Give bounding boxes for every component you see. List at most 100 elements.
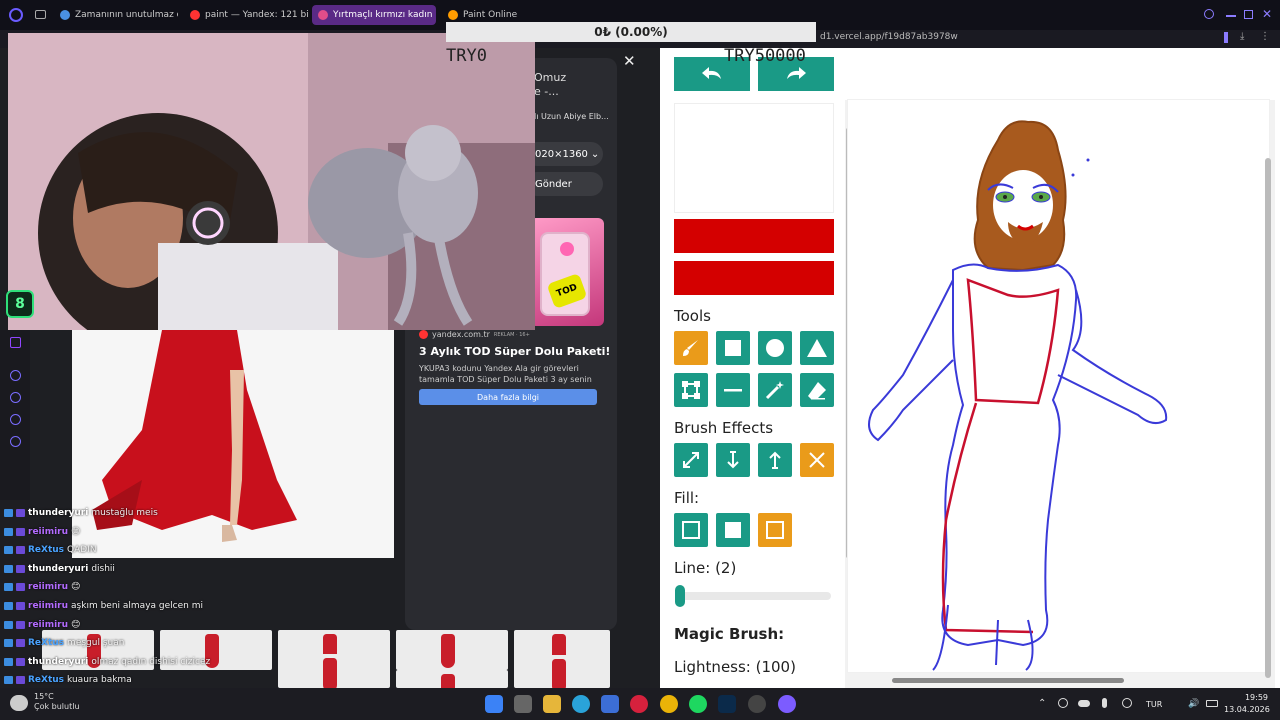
ad-title[interactable]: 3 Aylık TOD Süper Dolu Paketi!: [419, 345, 610, 358]
chat-message: reiimiru aşkım beni almaya gelcen mi: [4, 601, 203, 611]
chat-message: thunderyuri olmaz qadın dishisi cizicez: [4, 657, 210, 667]
settings-icon[interactable]: [1122, 698, 1132, 708]
tab-2[interactable]: Yırtmaçlı kırmızı kadın kıya: [312, 5, 436, 25]
close-icon[interactable]: ✕: [623, 52, 636, 70]
line-width-slider-thumb[interactable]: [675, 585, 685, 607]
player-icon[interactable]: [10, 370, 21, 381]
twitch-icon[interactable]: [10, 337, 21, 348]
weather-icon[interactable]: [10, 695, 28, 711]
circle-tool-button[interactable]: [758, 331, 792, 365]
file-explorer-icon[interactable]: [543, 695, 561, 713]
ad-description: YKUPA3 kodunu Yandex Ala gir görevleri t…: [419, 364, 592, 384]
chat-username[interactable]: ReXtus: [28, 638, 64, 648]
goal-start: TRY0: [446, 46, 487, 66]
drip-up-button[interactable]: [758, 443, 792, 477]
chat-badge-icon: [4, 583, 13, 592]
secondary-color-swatch[interactable]: [674, 261, 834, 295]
ad-image[interactable]: TOD: [530, 218, 604, 326]
rectangle-tool-button[interactable]: [716, 331, 750, 365]
chat-username[interactable]: thunderyuri: [28, 508, 88, 518]
maximize-icon[interactable]: [1244, 10, 1253, 19]
opera-gx-icon[interactable]: [630, 695, 648, 713]
edge-icon[interactable]: [572, 695, 590, 713]
chat-username[interactable]: ReXtus: [28, 545, 64, 555]
chat-text: dishii: [91, 563, 115, 574]
undo-icon: [702, 67, 721, 79]
chevron-up-icon[interactable]: ⌃: [1038, 698, 1046, 709]
chat-username[interactable]: reiimiru: [28, 527, 68, 537]
line-width-slider[interactable]: [676, 592, 831, 600]
mail-icon[interactable]: [601, 695, 619, 713]
extensions-icon[interactable]: [1224, 32, 1228, 43]
triangle-tool-button[interactable]: [800, 331, 834, 365]
drip-down-button[interactable]: [716, 443, 750, 477]
magic-tool-button[interactable]: [758, 373, 792, 407]
brush-tool-button[interactable]: [674, 331, 708, 365]
fill-outline-button[interactable]: [674, 513, 708, 547]
primary-color-swatch[interactable]: [674, 219, 834, 253]
send-button[interactable]: Gönder: [525, 172, 603, 196]
opera-sidebar: [0, 330, 30, 500]
url-text[interactable]: d1.vercel.app/f19d87ab3978w: [820, 32, 958, 42]
thumbnail[interactable]: [514, 655, 610, 688]
onedrive-icon[interactable]: [1078, 700, 1090, 707]
select-tool-button[interactable]: [674, 373, 708, 407]
clock-date[interactable]: 13.04.2026: [1224, 705, 1270, 714]
stick-figure-drawing: [868, 120, 1168, 671]
settings-icon[interactable]: [10, 436, 21, 447]
close-window-icon[interactable]: ✕: [1262, 7, 1272, 21]
tab-1[interactable]: paint — Yandex: 121 bin so: [184, 5, 308, 25]
opera-logo-icon[interactable]: [9, 8, 23, 22]
ad-more-info-button[interactable]: Daha fazla bilgi: [419, 389, 597, 405]
task-view-icon[interactable]: [514, 695, 532, 713]
chat-username[interactable]: reiimiru: [28, 620, 68, 630]
workspaces-icon[interactable]: [35, 10, 46, 19]
chat-username[interactable]: thunderyuri: [28, 657, 88, 667]
ad-source: yandex.com.tr REKLAM · 16+: [419, 330, 530, 339]
close-icon: [809, 452, 825, 468]
menu-icon[interactable]: ⋮: [1260, 31, 1270, 42]
pinboard-icon[interactable]: [10, 414, 21, 425]
microphone-icon[interactable]: [1102, 698, 1107, 708]
drawing-canvas[interactable]: [848, 100, 1269, 672]
chat-username[interactable]: reiimiru: [28, 601, 68, 611]
history-icon[interactable]: [10, 392, 21, 403]
weather-widget[interactable]: 15°C Çok bulutlu: [34, 692, 80, 711]
chat-username[interactable]: ReXtus: [28, 675, 64, 685]
thumbnail[interactable]: [396, 670, 508, 688]
battery-icon[interactable]: [1206, 700, 1218, 707]
line-tool-button[interactable]: [716, 373, 750, 407]
resolution-select[interactable]: 020×1360 ⌄: [525, 142, 603, 166]
canvas-scrollbar-horizontal[interactable]: [892, 678, 1124, 683]
eraser-tool-button[interactable]: [800, 373, 834, 407]
chrome-icon[interactable]: [660, 695, 678, 713]
magic-wand-icon: [765, 381, 784, 400]
opera-icon[interactable]: [778, 695, 796, 713]
chat-text: mustağlu meis: [91, 508, 158, 518]
chat-badge-icon: [4, 564, 13, 573]
photoshop-icon[interactable]: [718, 695, 736, 713]
language-indicator[interactable]: TUR: [1146, 700, 1162, 709]
no-effect-button[interactable]: [800, 443, 834, 477]
minimize-icon[interactable]: [1226, 15, 1236, 17]
sync-icon[interactable]: [1058, 698, 1068, 708]
chat-badge-icon: [4, 546, 13, 555]
download-icon[interactable]: ⤓: [1240, 31, 1244, 42]
chat-username[interactable]: reiimiru: [28, 582, 68, 592]
search-icon[interactable]: [1204, 9, 1214, 19]
steam-icon[interactable]: [748, 695, 766, 713]
clock-time[interactable]: 19:59: [1224, 693, 1268, 702]
spotify-icon[interactable]: [689, 695, 707, 713]
tab-0[interactable]: Zamanının unutulmaz çizg: [54, 5, 178, 25]
fill-both-button[interactable]: [758, 513, 792, 547]
fill-solid-button[interactable]: [716, 513, 750, 547]
webcam-overlay: [8, 33, 535, 330]
detail-subtitle[interactable]: lı Uzun Abiye Elb...: [534, 112, 609, 121]
size-effect-button[interactable]: [674, 443, 708, 477]
thumbnail[interactable]: [396, 630, 508, 670]
chat-username[interactable]: thunderyuri: [28, 564, 88, 574]
start-icon[interactable]: [485, 695, 503, 713]
speaker-icon[interactable]: 🔊: [1188, 699, 1199, 709]
chat-badge-icon: [16, 602, 25, 610]
canvas-scrollbar-vertical[interactable]: [1265, 158, 1271, 678]
